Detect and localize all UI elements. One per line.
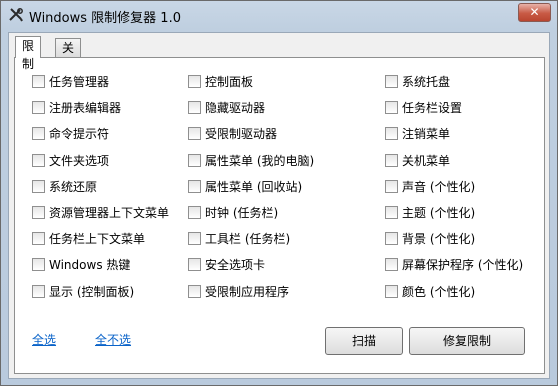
checkbox-label: 主题 (个性化): [402, 205, 476, 220]
restriction-checkbox[interactable]: 工具栏 (任务栏): [188, 230, 290, 246]
tools-icon: [9, 8, 23, 22]
restriction-checkbox[interactable]: 隐藏驱动器: [188, 99, 265, 115]
checkbox-label: 声音 (个性化): [402, 179, 476, 194]
restriction-checkbox[interactable]: 安全选项卡: [188, 256, 265, 272]
checkbox-label: 文件夹选项: [49, 153, 110, 168]
restriction-checkbox[interactable]: 关机菜单: [385, 152, 450, 168]
checkbox-square[interactable]: [385, 257, 398, 271]
checkbox-square[interactable]: [385, 231, 398, 245]
select-none-link[interactable]: 全不选: [95, 331, 131, 348]
restriction-checkbox[interactable]: 受限制驱动器: [188, 125, 277, 141]
restriction-checkbox[interactable]: 显示 (控制面板): [32, 283, 134, 299]
checkbox-square[interactable]: [32, 284, 45, 298]
checkbox-square[interactable]: [32, 231, 45, 245]
title-bar[interactable]: Windows 限制修复器 1.0 ✕: [1, 1, 557, 29]
repair-button[interactable]: 修复限制: [409, 327, 525, 355]
restriction-checkbox[interactable]: 屏幕保护程序 (个性化): [385, 256, 523, 272]
checkbox-square[interactable]: [32, 179, 45, 193]
restriction-checkbox[interactable]: 声音 (个性化): [385, 178, 475, 194]
restriction-checkbox[interactable]: 主题 (个性化): [385, 204, 475, 220]
checkbox-square[interactable]: [32, 74, 45, 88]
checkbox-square[interactable]: [385, 284, 398, 298]
restrictions-panel: 任务管理器注册表编辑器 命令提示符文件夹选项系统还原资源管理器上下文菜单 任务栏上下…: [14, 57, 545, 374]
close-button[interactable]: ✕: [518, 3, 551, 22]
restriction-checkbox[interactable]: 时钟 (任务栏): [188, 204, 278, 220]
checkbox-label: 隐藏驱动器: [205, 100, 266, 115]
checkbox-label: 系统托盘: [402, 74, 451, 89]
checkbox-label: 命令提示符: [49, 126, 110, 141]
checkbox-label: 关机菜单: [402, 153, 451, 168]
checkbox-square[interactable]: [385, 126, 398, 140]
checkbox-square[interactable]: [32, 153, 45, 167]
checkbox-label: Windows 热键: [49, 257, 131, 272]
checkbox-label: 屏幕保护程序 (个性化): [402, 257, 524, 272]
restriction-checkbox[interactable]: 系统托盘: [385, 73, 450, 89]
restriction-checkbox[interactable]: 受限制应用程序: [188, 283, 289, 299]
restriction-checkbox[interactable]: 资源管理器上下文菜单: [32, 204, 169, 220]
restriction-checkbox[interactable]: 系统还原: [32, 178, 97, 194]
restriction-checkbox[interactable]: 控制面板: [188, 73, 253, 89]
checkbox-label: 系统还原: [49, 179, 98, 194]
checkbox-label: 工具栏 (任务栏): [205, 231, 291, 246]
checkbox-square[interactable]: [385, 74, 398, 88]
checkbox-square[interactable]: [188, 179, 201, 193]
checkbox-label: 资源管理器上下文菜单: [49, 205, 170, 220]
restriction-checkbox[interactable]: 文件夹选项: [32, 152, 109, 168]
checkbox-label: 安全选项卡: [205, 257, 266, 272]
restriction-checkbox[interactable]: 注销菜单: [385, 125, 450, 141]
checkbox-square[interactable]: [385, 100, 398, 114]
checkbox-square[interactable]: [385, 179, 398, 193]
checkbox-square[interactable]: [188, 257, 201, 271]
restriction-checkbox[interactable]: 命令提示符: [32, 125, 109, 141]
checkbox-square[interactable]: [385, 153, 398, 167]
checkbox-label: 受限制应用程序: [205, 284, 290, 299]
checkbox-square[interactable]: [188, 126, 201, 140]
checkbox-square[interactable]: [188, 231, 201, 245]
restriction-checkbox[interactable]: 任务栏上下文菜单: [32, 230, 145, 246]
app-window: Windows 限制修复器 1.0 ✕ 限制 关于 任务管理器注册表编辑器命令提…: [0, 0, 558, 386]
restriction-checkbox[interactable]: Windows 热键: [32, 256, 130, 272]
checkbox-label: 属性菜单 (我的电脑): [205, 153, 315, 168]
restriction-checkbox[interactable]: 属性菜单 (回收站): [188, 178, 302, 194]
checkbox-label: 任务栏上下文菜单: [49, 231, 146, 246]
restriction-checkbox[interactable]: 属性菜单 (我的电脑): [188, 152, 314, 168]
checkbox-square[interactable]: [188, 205, 201, 219]
window-title: Windows 限制修复器 1.0: [29, 11, 181, 26]
client-area: 限制 关于 任务管理器注册表编辑器命令提示符文件夹选项系统还原资源管理器上下文菜…: [8, 32, 550, 379]
checkbox-label: 受限制驱动器: [205, 126, 278, 141]
checkbox-square[interactable]: [32, 205, 45, 219]
checkbox-label: 注册表编辑器: [49, 100, 122, 115]
tab-about[interactable]: 关于: [55, 38, 82, 73]
checkbox-label: 颜色 (个性化): [402, 284, 476, 299]
checkbox-square[interactable]: [385, 205, 398, 219]
select-all-link[interactable]: 全选: [32, 331, 56, 348]
checkbox-square[interactable]: [188, 100, 201, 114]
checkbox-square[interactable]: [32, 100, 45, 114]
checkbox-label: 任务栏设置: [402, 100, 463, 115]
checkbox-square[interactable]: [188, 153, 201, 167]
checkbox-square[interactable]: [32, 257, 45, 271]
checkbox-label: 显示 (控制面板): [49, 284, 135, 299]
checkbox-square[interactable]: [32, 126, 45, 140]
checkbox-square[interactable]: [188, 74, 201, 88]
checkbox-label: 注销菜单: [402, 126, 451, 141]
checkbox-label: 属性菜单 (回收站): [205, 179, 303, 194]
tab-restrictions[interactable]: 限制: [15, 36, 42, 71]
restriction-checkbox[interactable]: 注册表编辑器: [32, 99, 121, 115]
checkbox-label: 任务管理器: [49, 74, 110, 89]
restriction-checkbox[interactable]: 颜色 (个性化): [385, 283, 475, 299]
checkbox-label: 控制面板: [205, 74, 254, 89]
scan-button[interactable]: 扫描: [325, 327, 403, 355]
checkbox-label: 背景 (个性化): [402, 231, 476, 246]
restriction-checkbox[interactable]: 任务管理器: [32, 73, 109, 89]
checkbox-label: 时钟 (任务栏): [205, 205, 279, 220]
checkbox-square[interactable]: [188, 284, 201, 298]
restriction-checkbox[interactable]: 背景 (个性化): [385, 230, 475, 246]
restriction-checkbox[interactable]: 任务栏设置: [385, 99, 462, 115]
